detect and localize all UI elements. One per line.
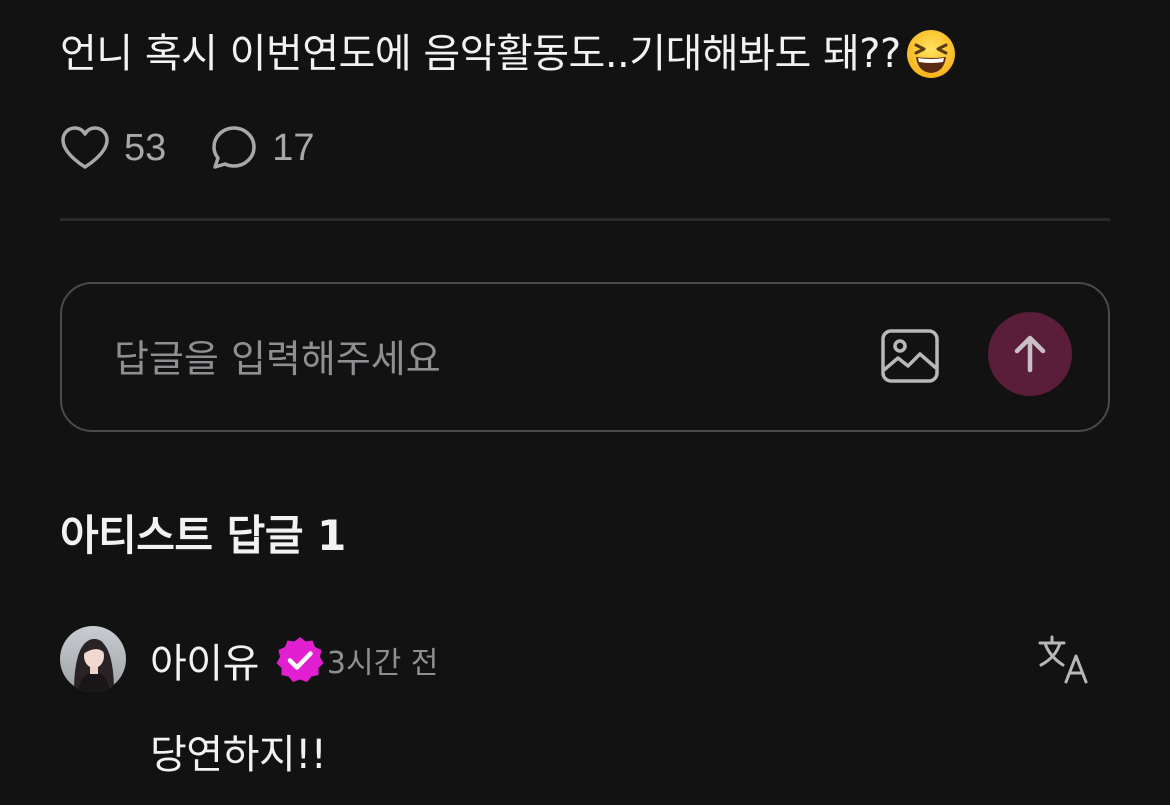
comment-timestamp: 3시간 전 (326, 646, 439, 681)
likes-count: 53 (124, 126, 167, 169)
send-button[interactable] (988, 312, 1072, 396)
grinning-squinting-face-emoji (906, 30, 955, 78)
comment-text: 당연하지!! (150, 732, 327, 778)
avatar[interactable] (60, 626, 126, 692)
comment-button[interactable]: 17 (210, 124, 315, 172)
avatar-image (60, 626, 126, 692)
reply-input[interactable] (112, 328, 816, 390)
comment-header: 아이유 3시간 전 (150, 630, 438, 690)
image-icon (881, 329, 939, 383)
translate-icon (1038, 635, 1088, 684)
like-button[interactable]: 53 (60, 125, 166, 171)
attach-image-button[interactable] (880, 328, 940, 384)
translate-button[interactable] (1036, 632, 1092, 688)
reply-box (60, 282, 1110, 432)
arrow-up-icon (1014, 335, 1046, 373)
post-text-content: 언니 혹시 이번연도에 음악활동도..기대해봐도 돼?? (60, 31, 901, 77)
divider (60, 218, 1110, 221)
verified-badge-icon (276, 637, 324, 682)
comment-bubble-icon (212, 126, 257, 169)
comments-count: 17 (272, 126, 315, 169)
heart-icon (61, 126, 109, 169)
author-name[interactable]: 아이유 (150, 631, 259, 689)
post-actions: 53 17 (60, 120, 359, 176)
post-text: 언니 혹시 이번연도에 음악활동도..기대해봐도 돼?? (60, 24, 957, 84)
artist-replies-title: 아티스트 답글 1 (60, 511, 346, 560)
